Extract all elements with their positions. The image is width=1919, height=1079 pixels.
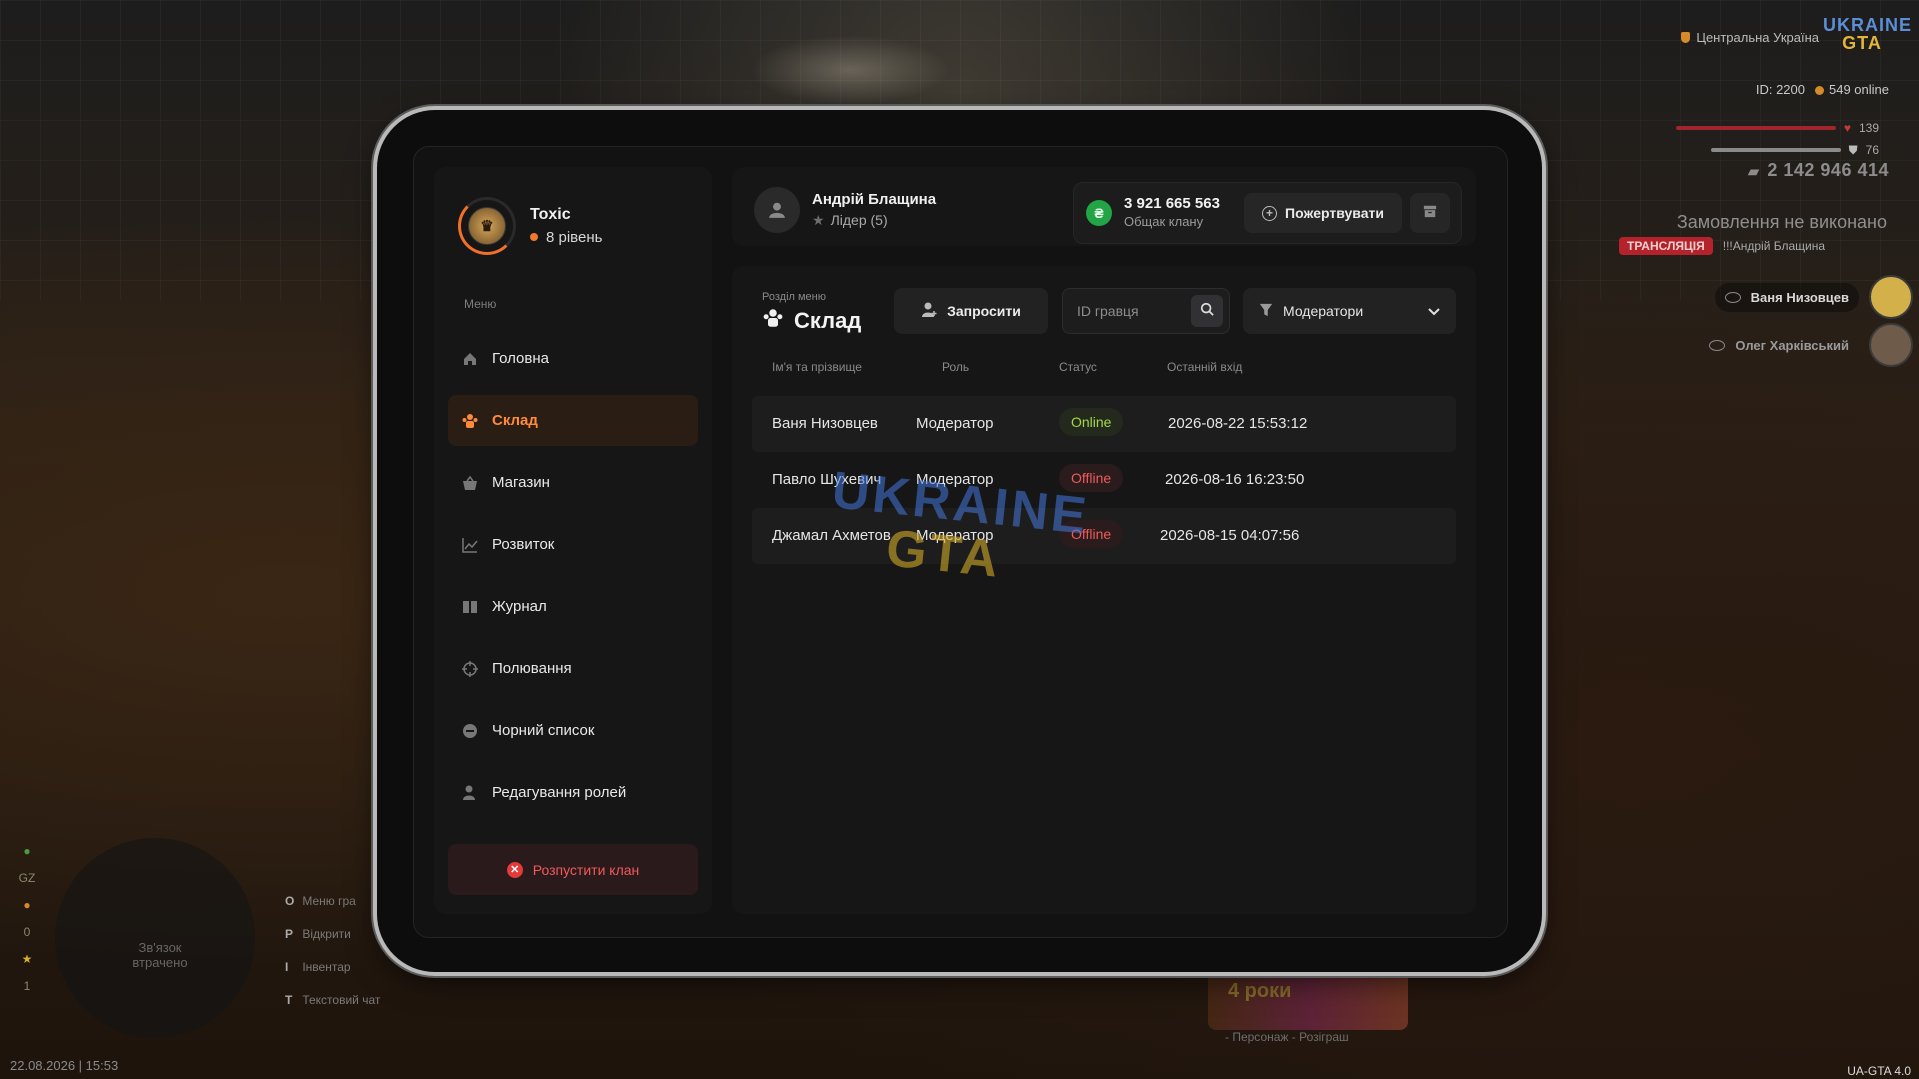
hud-player-id: ID: 2200 549 online xyxy=(1755,82,1889,97)
player-id-search[interactable]: ID гравця xyxy=(1062,288,1230,334)
basket-icon xyxy=(462,475,478,491)
role-filter-dropdown[interactable]: Модератори xyxy=(1243,288,1456,334)
datetime: 22.08.2026 | 15:53 xyxy=(10,1058,119,1073)
side-stats: ● GZ ● 0 ★ 1 xyxy=(12,838,42,1000)
ceiling-lamp xyxy=(750,35,950,105)
game-version: UA-GTA 4.0 xyxy=(1847,1064,1911,1078)
home-icon xyxy=(462,351,478,367)
block-icon xyxy=(462,723,478,739)
watcher-2[interactable]: Олег Харківський xyxy=(1699,323,1913,367)
people-icon xyxy=(462,413,478,429)
cash-icon: ▰ xyxy=(1748,163,1760,179)
donate-button[interactable]: + Пожертвувати xyxy=(1244,193,1402,233)
star-icon: ★ xyxy=(812,212,825,228)
clan-tablet: ♛ Toxic 8 рівень Меню Головна Склад Мага… xyxy=(377,110,1542,972)
col-name: Ім'я та прізвище xyxy=(772,360,862,374)
section-label: Розділ меню xyxy=(762,291,826,303)
hud-money: ▰ 2 142 946 414 xyxy=(1748,160,1889,180)
clan-profile: ♛ Toxic 8 рівень xyxy=(458,197,602,255)
col-status: Статус xyxy=(1059,360,1097,374)
members-panel: Розділ меню Склад Запросити ID гравця Мо… xyxy=(732,266,1476,914)
clan-header: Андрій Блащина ★ Лідер (5) ₴ 3 921 665 56… xyxy=(732,167,1476,246)
level-ring: ♛ xyxy=(458,197,516,255)
archive-icon xyxy=(1423,204,1437,223)
clan-owner: Андрій Блащина ★ Лідер (5) xyxy=(754,187,936,233)
hunger-icon: ● xyxy=(23,898,31,912)
watcher-1[interactable]: Ваня Низовцев xyxy=(1714,275,1913,319)
treasury-amount: 3 921 665 563 xyxy=(1124,195,1220,212)
treasury-label: Общак клану xyxy=(1124,214,1204,229)
sidebar-item-home[interactable]: Головна xyxy=(448,333,698,384)
status-badge: Offline xyxy=(1059,520,1124,548)
sidebar-item-blacklist[interactable]: Чорний список xyxy=(448,705,698,756)
armor-bar: ⛊ 76 xyxy=(1710,143,1879,157)
tablet-screen: ♛ Toxic 8 рівень Меню Головна Склад Мага… xyxy=(413,146,1508,938)
table-header: Ім'я та прізвище Роль Статус Останній вх… xyxy=(752,352,1456,380)
sidebar-item-shop[interactable]: Магазин xyxy=(448,457,698,508)
crosshair-icon xyxy=(462,660,478,677)
avatar xyxy=(1869,275,1913,319)
col-last-login: Останній вхід xyxy=(1167,360,1243,374)
owner-role: ★ Лідер (5) xyxy=(812,212,888,228)
hryvnia-icon: ₴ xyxy=(1086,200,1112,226)
event-banner-text: - Персонаж - Розіграш xyxy=(1225,1030,1349,1044)
sidebar-item-roles[interactable]: Редагування ролей xyxy=(448,767,698,818)
status-badge: Offline xyxy=(1059,464,1124,492)
chart-icon xyxy=(462,537,478,553)
table-row[interactable]: Павло Шухевич Модератор Offline 2026-08-… xyxy=(752,452,1456,508)
table-row[interactable]: Ваня Низовцев Модератор Online 2026-08-2… xyxy=(752,396,1456,452)
minimap xyxy=(55,838,255,1038)
section-title: Склад xyxy=(762,308,861,334)
hud-region: Центральна Україна xyxy=(1681,30,1819,45)
minimap-status: Зв'язок втрачено xyxy=(132,940,188,970)
sidebar-item-hunting[interactable]: Полювання xyxy=(448,643,698,694)
sidebar-menu: Головна Склад Магазин Розвиток Журнал По… xyxy=(448,333,698,829)
clan-name: Toxic xyxy=(530,206,571,223)
status-badge: Online xyxy=(1059,408,1124,436)
order-notification: Замовлення не виконано ТРАНСЛЯЦІЯ !!!Андр… xyxy=(1611,212,1901,268)
add-user-icon xyxy=(921,302,937,321)
menu-label: Меню xyxy=(464,297,497,311)
event-banner: 4 роки xyxy=(1208,970,1408,1030)
plus-icon: + xyxy=(1262,205,1278,221)
key-hints: O Меню гра P Відкрити I Інвентар T Текст… xyxy=(285,894,381,1007)
eye-icon xyxy=(1709,339,1726,351)
close-icon: ✕ xyxy=(506,861,523,878)
people-icon xyxy=(762,308,784,334)
filter-icon xyxy=(1259,303,1273,320)
sidebar: ♛ Toxic 8 рівень Меню Головна Склад Мага… xyxy=(434,167,712,914)
search-icon xyxy=(1200,302,1214,321)
clan-treasury: ₴ 3 921 665 563 Общак клану + Пожертвуват… xyxy=(1073,182,1462,244)
table-row[interactable]: Джамал Ахметов Модератор Offline 2026-08… xyxy=(752,508,1456,564)
shield-icon: ● xyxy=(23,844,31,858)
clan-emblem-icon: ♛ xyxy=(468,207,506,245)
search-button[interactable] xyxy=(1191,295,1223,327)
dissolve-clan-button[interactable]: ✕ Розпустити клан xyxy=(448,844,698,895)
invite-button[interactable]: Запросити xyxy=(894,288,1048,334)
book-icon xyxy=(462,599,478,615)
health-bar: ♥ 139 xyxy=(1675,121,1879,135)
owner-name: Андрій Блащина xyxy=(812,191,937,208)
user-edit-icon xyxy=(462,785,478,801)
avatar xyxy=(1869,323,1913,367)
sidebar-item-warehouse[interactable]: Склад xyxy=(448,395,698,446)
search-input[interactable]: ID гравця xyxy=(1077,303,1139,319)
chevron-down-icon xyxy=(1428,303,1440,319)
members-table: Ваня Низовцев Модератор Online 2026-08-2… xyxy=(752,396,1456,564)
history-button[interactable] xyxy=(1410,193,1450,233)
star-icon: ★ xyxy=(21,952,33,966)
clan-level: 8 рівень xyxy=(530,229,602,246)
col-role: Роль xyxy=(942,360,970,374)
server-logo: UKRAINE GTA xyxy=(1823,15,1913,53)
eye-icon xyxy=(1724,291,1741,303)
online-dot-icon xyxy=(1815,86,1824,95)
sidebar-item-journal[interactable]: Журнал xyxy=(448,581,698,632)
user-icon xyxy=(754,187,800,233)
broadcast-badge: ТРАНСЛЯЦІЯ xyxy=(1619,237,1713,255)
sidebar-item-development[interactable]: Розвиток xyxy=(448,519,698,570)
